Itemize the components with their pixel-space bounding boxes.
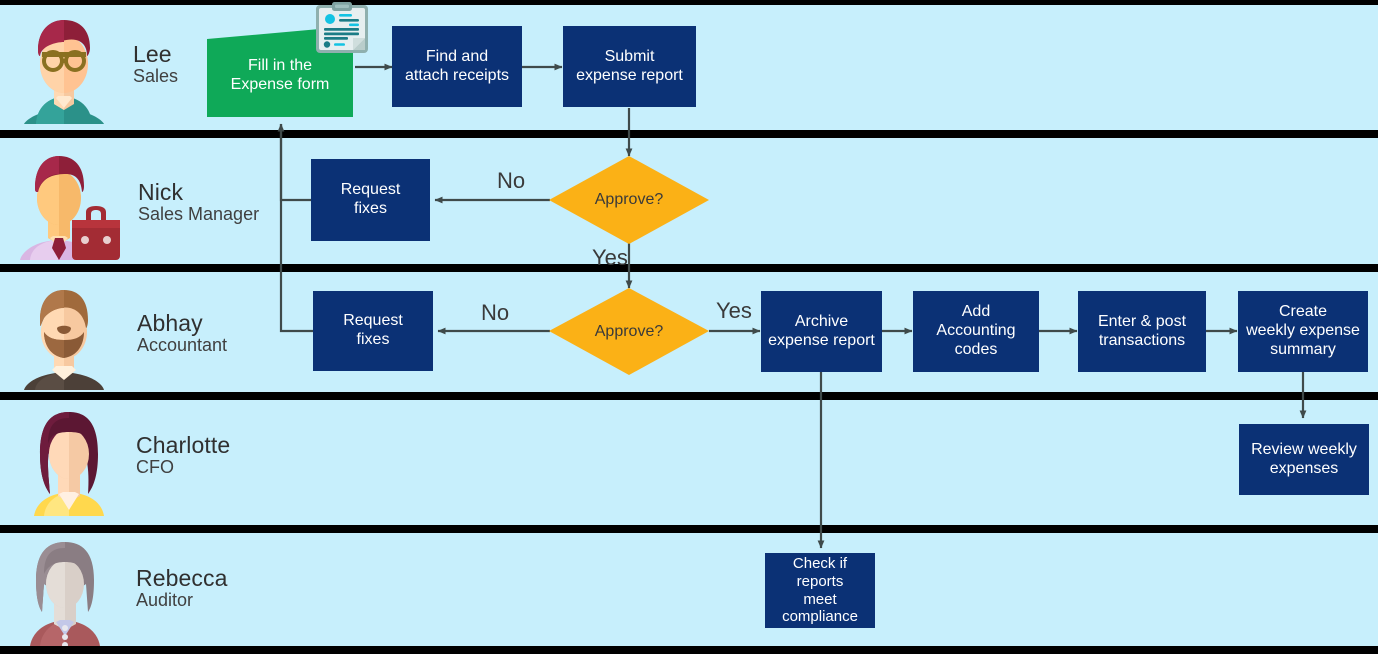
lane-label-nick: Nick Sales Manager — [138, 180, 259, 224]
lane-divider-charlotte-rebecca — [0, 525, 1378, 533]
lane-label-rebecca: Rebecca Auditor — [136, 566, 227, 610]
avatar-charlotte — [34, 412, 104, 516]
lane-name-lee: Lee — [133, 41, 172, 67]
node-nick-request-fixes[interactable]: Request fixes — [311, 159, 430, 241]
avatar-abhay — [24, 290, 104, 390]
lane-divider-lee-nick — [0, 130, 1378, 138]
lane-divider-top — [0, 0, 1378, 5]
lane-label-abhay: Abhay Accountant — [137, 311, 227, 355]
node-enter-post-transactions[interactable]: Enter & post transactions — [1078, 291, 1206, 372]
avatar-lee — [24, 20, 104, 124]
lane-role-lee: Sales — [133, 66, 179, 87]
node-archive-expense-report[interactable]: Archive expense report — [761, 291, 882, 372]
decision-abhay-approve-label: Approve? — [594, 323, 664, 340]
lane-role-charlotte: CFO — [136, 457, 174, 478]
edge-label-nick-no: No — [497, 168, 526, 193]
lane-divider-abhay-charlotte — [0, 392, 1378, 400]
lane-label-lee: Lee Sales — [133, 42, 178, 86]
edge-label-abhay-no: No — [481, 300, 510, 325]
edge-label-abhay-yes: Yes — [716, 298, 752, 323]
lane-role-abhay: Accountant — [137, 335, 228, 356]
lane-role-nick: Sales Manager — [138, 204, 260, 225]
lane-divider-bottom — [0, 646, 1378, 654]
lane-name-rebecca: Rebecca — [136, 565, 228, 591]
lane-name-abhay: Abhay — [137, 310, 203, 336]
decision-nick-approve[interactable]: Approve? — [549, 156, 709, 244]
lane-name-charlotte: Charlotte — [136, 432, 231, 458]
lane-name-nick: Nick — [138, 179, 184, 205]
node-find-attach-receipts[interactable]: Find and attach receipts — [392, 26, 522, 107]
decision-abhay-approve[interactable]: Approve? — [549, 288, 709, 376]
swimlane-diagram: Lee Sales Nick Sales Manager Abhay Accou… — [0, 0, 1378, 654]
lane-label-charlotte: Charlotte CFO — [136, 433, 230, 477]
avatar-nick — [20, 156, 120, 260]
node-create-weekly-summary[interactable]: Create weekly expense summary — [1238, 291, 1368, 372]
node-abhay-request-fixes[interactable]: Request fixes — [313, 291, 433, 371]
decision-nick-approve-label: Approve? — [594, 191, 664, 208]
node-submit-expense-report[interactable]: Submit expense report — [563, 26, 696, 107]
node-check-compliance[interactable]: Check if reports meet compliance — [765, 553, 875, 628]
lane-divider-nick-abhay — [0, 264, 1378, 272]
clipboard-form-icon — [316, 2, 368, 53]
node-add-accounting-codes[interactable]: Add Accounting codes — [913, 291, 1039, 372]
avatar-rebecca — [30, 542, 100, 646]
edge-label-nick-yes: Yes — [592, 245, 628, 270]
node-review-weekly-expenses[interactable]: Review weekly expenses — [1239, 424, 1369, 495]
lane-role-rebecca: Auditor — [136, 590, 194, 611]
